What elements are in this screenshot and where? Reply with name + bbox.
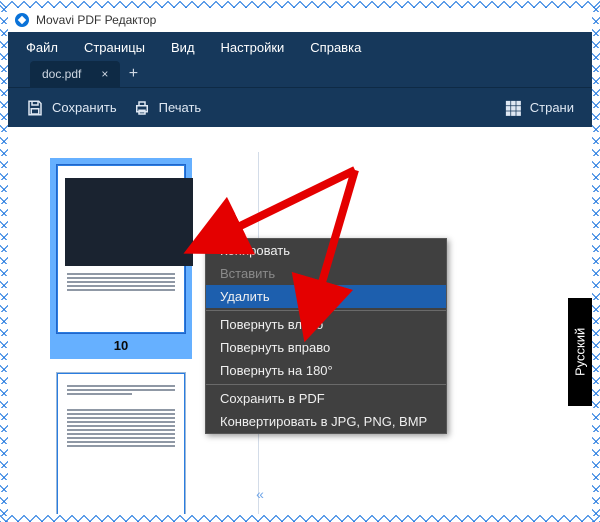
save-button[interactable]: Сохранить [18, 88, 125, 127]
tab-strip: doc.pdf × + [8, 61, 592, 87]
save-icon [26, 99, 44, 117]
print-button[interactable]: Печать [125, 88, 210, 127]
context-menu: Копировать Вставить Удалить Повернуть вл… [205, 238, 447, 434]
page-thumbnail-label: 10 [56, 338, 186, 353]
collapse-panel-button[interactable]: « [251, 486, 269, 504]
frame-border-top [0, 0, 600, 8]
tab-active[interactable]: doc.pdf × [30, 61, 120, 87]
frame-border-right [592, 0, 600, 522]
grid-icon [504, 99, 522, 117]
menu-bar: Файл Страницы Вид Настройки Справка [8, 32, 592, 61]
ctx-separator [206, 310, 446, 311]
window-title: Movavi PDF Редактор [36, 13, 156, 27]
print-icon [133, 99, 151, 117]
ctx-save-pdf[interactable]: Сохранить в PDF [206, 387, 446, 410]
window-titlebar: Movavi PDF Редактор [8, 8, 592, 32]
save-label: Сохранить [52, 100, 117, 115]
page-thumbnail-selected[interactable]: 10 [50, 158, 192, 359]
menu-view[interactable]: Вид [171, 40, 195, 55]
ctx-separator [206, 384, 446, 385]
print-label: Печать [159, 100, 202, 115]
pages-view-button[interactable]: Страни [496, 88, 582, 127]
page-thumbnail[interactable] [56, 372, 186, 514]
app-header: Файл Страницы Вид Настройки Справка doc.… [8, 32, 592, 127]
toolbar: Сохранить Печать Страни [8, 87, 592, 127]
ctx-rotate-180[interactable]: Повернуть на 180° [206, 359, 446, 382]
tab-add-button[interactable]: + [120, 61, 146, 87]
menu-file[interactable]: Файл [26, 40, 58, 55]
tab-close-icon[interactable]: × [101, 67, 108, 81]
menu-pages[interactable]: Страницы [84, 40, 145, 55]
pages-view-label: Страни [530, 100, 574, 115]
frame-border-bottom [0, 514, 600, 522]
frame-border-left [0, 0, 8, 522]
tab-label: doc.pdf [42, 67, 81, 81]
ctx-rotate-right[interactable]: Повернуть вправо [206, 336, 446, 359]
ctx-paste: Вставить [206, 262, 446, 285]
ctx-convert[interactable]: Конвертировать в JPG, PNG, BMP [206, 410, 446, 433]
ctx-copy[interactable]: Копировать [206, 239, 446, 262]
language-tab[interactable]: Русский [568, 298, 592, 406]
app-logo-icon [14, 12, 30, 28]
ctx-rotate-left[interactable]: Повернуть влево [206, 313, 446, 336]
menu-settings[interactable]: Настройки [221, 40, 285, 55]
ctx-delete[interactable]: Удалить [206, 285, 446, 308]
menu-help[interactable]: Справка [310, 40, 361, 55]
